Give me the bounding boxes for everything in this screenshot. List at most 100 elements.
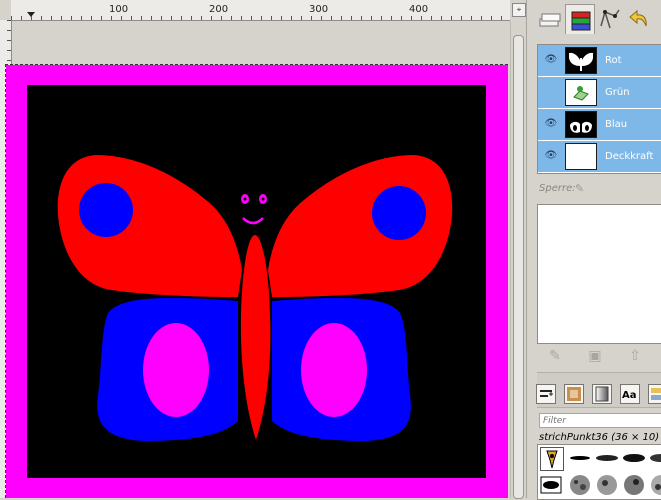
ruler-tick [241,16,242,20]
layer-name[interactable]: Deckkraft [605,151,653,162]
ruler-tick [91,16,92,20]
ruler-tick [341,16,342,20]
ruler-tick [81,16,82,20]
ruler-label-300: 300 [309,4,329,15]
layer-name[interactable]: Rot [605,55,622,66]
paths-tab[interactable] [595,4,625,34]
ruler-tick [7,20,11,21]
layer-thumbnail-gruen [565,79,597,106]
gradient-icon [595,386,609,402]
upper-right-spot [372,186,426,240]
ruler-label-400: 400 [409,4,429,15]
device-status-tab[interactable] [564,384,584,404]
butterfly-image[interactable] [6,65,508,498]
scrollbar-thumb[interactable] [513,35,524,499]
palette-icon [651,388,661,400]
gradient-tab[interactable] [592,384,612,404]
ruler-tick [151,16,152,20]
horizontal-ruler[interactable]: 100 200 300 400 [11,0,510,21]
lower-left-spot [143,323,209,417]
layer-row-gruen[interactable]: Grün [538,77,661,109]
new-layer-icon[interactable]: ▣ [585,346,605,366]
brush-cell-texture2[interactable] [595,473,619,497]
ruler-tick [251,16,252,20]
images-tab[interactable] [535,4,565,34]
ruler-tick [111,16,112,20]
fonts-tab[interactable]: Aa [620,384,640,404]
brush-cell-dash1[interactable] [568,447,592,471]
ruler-tick [451,16,452,20]
fonts-icon: Aa [622,390,637,401]
ruler-tick [161,16,162,20]
ruler-tick [271,16,272,20]
ruler-tick [31,16,32,20]
ruler-tick [7,30,11,31]
eye-icon[interactable]: 👁 [544,118,558,130]
layer-row-deckkraft[interactable]: 👁 Deckkraft [538,141,661,173]
ruler-tick [471,16,472,20]
svg-text:Aa: Aa [622,390,637,401]
ruler-tick [391,16,392,20]
ruler-tick [261,16,262,20]
ruler-tick [121,16,122,20]
layers-tab[interactable] [565,4,595,34]
ruler-tick [491,16,492,20]
ruler-tick [221,16,222,20]
raise-layer-icon[interactable]: ⇧ [625,346,645,366]
ruler-tick [331,16,332,20]
undo-history-tab[interactable] [625,4,655,34]
brush-cell-dash3[interactable] [622,447,646,471]
ruler-tick [321,16,322,20]
undo-icon [629,9,647,27]
images-tab-icon [539,13,561,27]
vertical-scrollbar[interactable] [510,21,526,499]
brush-cell-texture1[interactable] [568,473,592,497]
eye-icon[interactable]: 👁 [544,150,558,162]
ruler-tick [171,16,172,20]
brush-cell-texture4[interactable] [649,473,661,497]
ruler-label-100: 100 [109,4,129,15]
edit-layer-icon[interactable]: ✎ [545,346,565,366]
navigate-icon[interactable]: ⌖ [512,3,526,17]
brush-cell-dash2[interactable] [595,447,619,471]
eye-icon[interactable]: 👁 [544,54,558,66]
brush-cell-dots[interactable] [540,473,564,497]
ruler-tick [7,40,11,41]
ruler-tick [281,16,282,20]
ruler-tick [141,16,142,20]
palette-tab[interactable] [648,384,661,404]
brush-filter-input[interactable] [539,413,661,428]
ruler-tick [361,16,362,20]
brush-grid[interactable] [537,444,661,500]
paths-icon [600,9,620,29]
ruler-tick [401,16,402,20]
brush-cell-texture3[interactable] [622,473,646,497]
ruler-tick [481,16,482,20]
ruler-tick [371,16,372,20]
ruler-tick [301,16,302,20]
layer-thumbnail-deckkraft [565,143,597,170]
brush-cell-pepper[interactable] [540,447,564,471]
tool-options-tab[interactable] [536,384,556,404]
ruler-tick [311,16,312,20]
ruler-tick [21,16,22,20]
ruler-tick [51,16,52,20]
ruler-tick [7,50,11,51]
layer-name[interactable]: Blau [605,119,627,130]
layer-row-blau[interactable]: 👁 Blau [538,109,661,141]
layers-list: 👁 Rot Grün 👁 Blau 👁 Deckkraft [537,44,661,174]
brush-cell-dash4[interactable] [649,447,661,471]
ruler-tick [131,16,132,20]
layer-details-panel [537,204,661,344]
layer-row-rot[interactable]: 👁 Rot [538,45,661,77]
ruler-tick [381,16,382,20]
ruler-tick [201,16,202,20]
ruler-label-200: 200 [209,4,229,15]
layer-thumbnail-blau [565,111,597,138]
ruler-tick [7,60,11,61]
ruler-tick [411,16,412,20]
lock-brush-icon[interactable]: ✎ [575,182,587,195]
ruler-tick [41,16,42,20]
layer-name[interactable]: Grün [605,87,630,98]
ruler-tick [231,16,232,20]
